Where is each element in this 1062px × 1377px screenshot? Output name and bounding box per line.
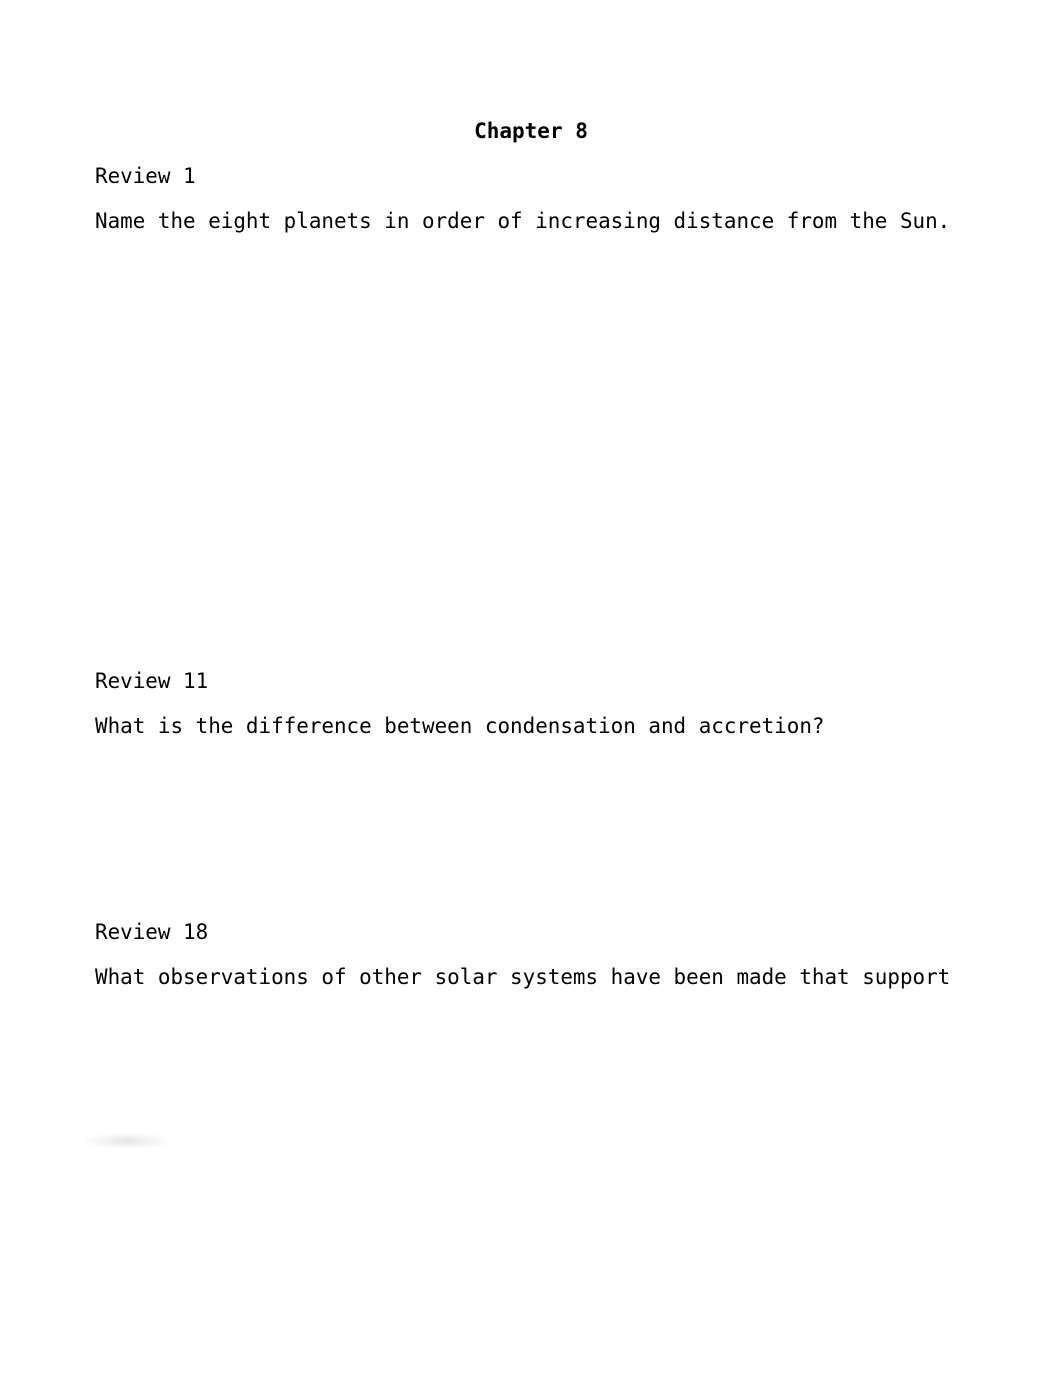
question-text-review-1: Name the eight planets in order of incre… [95, 209, 951, 233]
question-text-review-18: What observations of other solar systems… [95, 965, 951, 989]
question-label-review-11: Review 11 [95, 669, 209, 693]
question-text-review-11: What is the difference between condensat… [95, 714, 825, 738]
question-label-review-18: Review 18 [95, 920, 209, 944]
question-block-review-1: Review 1 Name the eight planets in order… [95, 163, 967, 234]
question-label-review-1: Review 1 [95, 164, 196, 188]
document-page: Chapter 8 Review 1 Name the eight planet… [0, 0, 1062, 1377]
page-title: Chapter 8 [474, 119, 588, 143]
question-block-review-11: Review 11 What is the difference between… [95, 668, 967, 739]
scan-artifact-smudge [85, 1133, 169, 1149]
question-block-review-18: Review 18 What observations of other sol… [95, 919, 967, 990]
